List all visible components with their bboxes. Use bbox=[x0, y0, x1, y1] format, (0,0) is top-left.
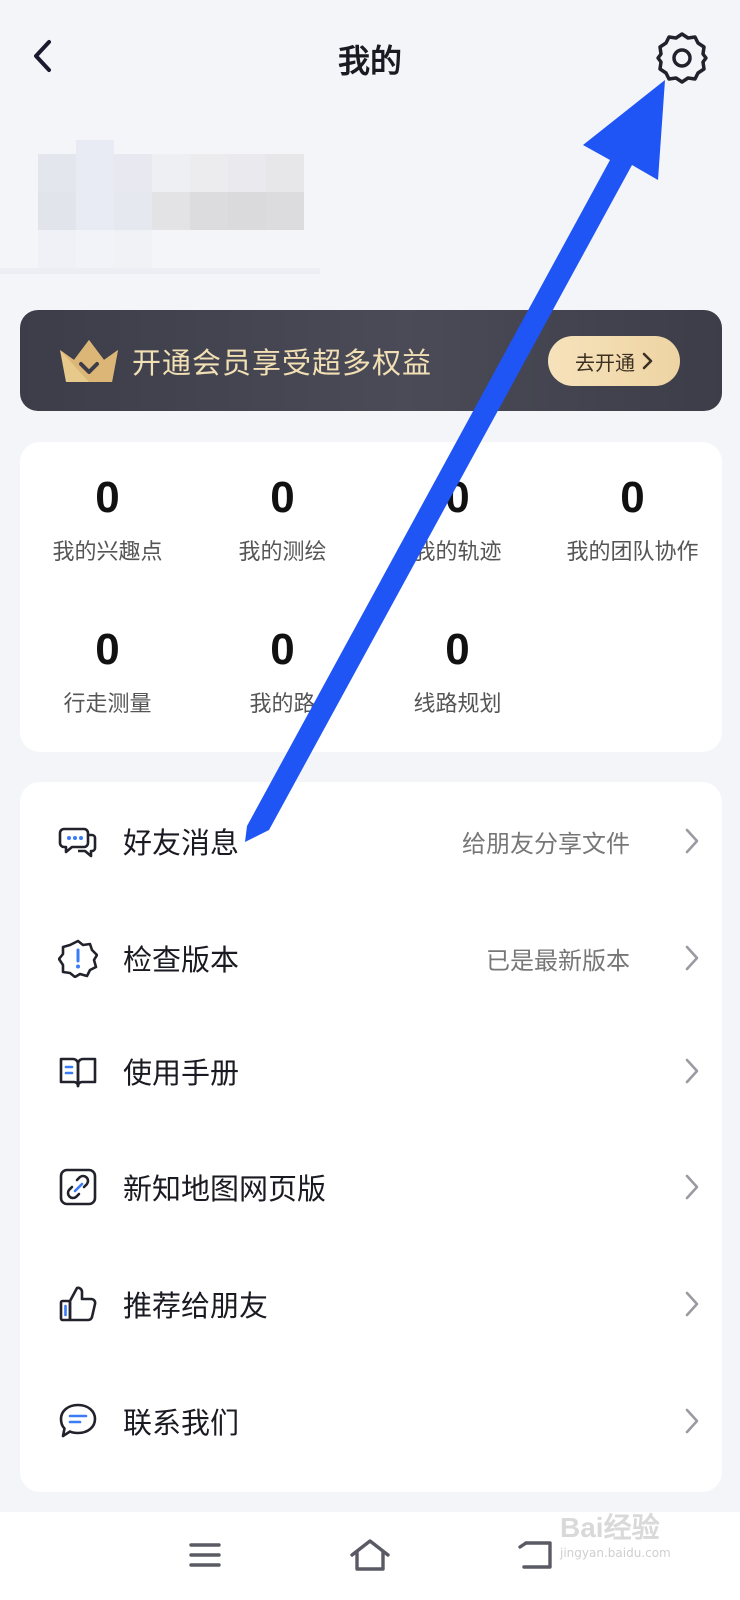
watermark-logo: Bai经验 bbox=[560, 1512, 660, 1543]
stat-value: 0 bbox=[620, 473, 645, 522]
menu-label: 联系我们 bbox=[123, 1406, 240, 1440]
stat-label: 我的路 bbox=[249, 692, 316, 717]
stat-value: 0 bbox=[95, 473, 120, 522]
stat-value: 0 bbox=[270, 473, 295, 522]
menu-label: 推荐给朋友 bbox=[123, 1289, 269, 1323]
stat-label: 我的轨迹 bbox=[413, 540, 502, 565]
message-icon bbox=[59, 1403, 97, 1438]
stat-value: 0 bbox=[445, 625, 470, 674]
stat-value: 0 bbox=[445, 473, 470, 522]
gear-icon bbox=[656, 32, 708, 84]
stat-label: 我的团队协作 bbox=[566, 540, 699, 565]
stat-label: 线路规划 bbox=[413, 692, 502, 717]
vip-promo-text: 开通会员享受超多权益 bbox=[132, 346, 433, 380]
stat-poi[interactable]: 0 我的兴趣点 bbox=[20, 470, 195, 566]
stat-walk-measure[interactable]: 0 行走测量 bbox=[20, 622, 195, 718]
stat-routes[interactable]: 0 我的路 bbox=[195, 622, 370, 718]
chevron-right-icon bbox=[685, 828, 699, 854]
chevron-right-icon bbox=[685, 1174, 699, 1200]
stat-label: 行走测量 bbox=[63, 692, 152, 717]
chevron-right-icon bbox=[685, 945, 699, 971]
activate-vip-button[interactable]: 去开通 bbox=[548, 336, 680, 386]
chevron-right-icon bbox=[642, 352, 653, 370]
back-arrow-icon bbox=[518, 1541, 552, 1569]
vip-banner[interactable]: 开通会员享受超多权益 去开通 bbox=[20, 310, 722, 411]
menu-label: 使用手册 bbox=[123, 1056, 240, 1090]
menu-label: 检查版本 bbox=[123, 943, 240, 977]
profile-info-blurred[interactable] bbox=[0, 140, 320, 290]
menu-value: 已是最新版本 bbox=[486, 947, 630, 975]
page-title: 我的 bbox=[337, 42, 402, 80]
stat-tracks[interactable]: 0 我的轨迹 bbox=[370, 470, 545, 566]
book-icon bbox=[59, 1057, 97, 1088]
stat-value: 0 bbox=[95, 625, 120, 674]
nav-home-button[interactable] bbox=[340, 1530, 400, 1580]
menu-item-recommend-friends[interactable]: 推荐给朋友 bbox=[20, 1245, 722, 1363]
baidu-jingyan-watermark: Bai经验 jingyan.baidu.com bbox=[560, 1506, 730, 1586]
stats-card: 0 我的兴趣点 0 我的测绘 0 我的轨迹 0 我的团队协作 0 行走测量 0 … bbox=[20, 442, 722, 752]
stat-route-planning[interactable]: 0 线路规划 bbox=[370, 622, 545, 718]
stat-value: 0 bbox=[270, 625, 295, 674]
stat-survey[interactable]: 0 我的测绘 bbox=[195, 470, 370, 566]
version-badge-icon bbox=[58, 939, 98, 978]
stat-label: 我的兴趣点 bbox=[52, 540, 163, 565]
menu-item-web-version[interactable]: 新知地图网页版 bbox=[20, 1128, 722, 1246]
thumbs-up-icon bbox=[59, 1286, 97, 1322]
chat-bubbles-icon bbox=[58, 827, 97, 858]
menu-card: 好友消息 给朋友分享文件 检查版本 已是最新版本 使用手册 新知地图网页版 推荐… bbox=[20, 782, 722, 1492]
settings-button[interactable] bbox=[652, 28, 712, 88]
menu-lines-icon bbox=[189, 1543, 221, 1567]
stat-label: 我的测绘 bbox=[238, 540, 327, 565]
link-icon bbox=[59, 1168, 97, 1206]
menu-label: 好友消息 bbox=[123, 826, 240, 860]
chevron-right-icon bbox=[685, 1408, 699, 1434]
chevron-right-icon bbox=[685, 1291, 699, 1317]
stat-team[interactable]: 0 我的团队协作 bbox=[545, 470, 720, 566]
activate-vip-label: 去开通 bbox=[575, 350, 635, 375]
crown-icon bbox=[60, 340, 118, 382]
menu-value: 给朋友分享文件 bbox=[462, 830, 630, 858]
home-icon bbox=[350, 1539, 390, 1571]
menu-item-check-version[interactable]: 检查版本 已是最新版本 bbox=[20, 899, 722, 1017]
menu-item-contact-us[interactable]: 联系我们 bbox=[20, 1362, 722, 1480]
watermark-url: jingyan.baidu.com bbox=[560, 1546, 671, 1560]
menu-item-friend-messages[interactable]: 好友消息 给朋友分享文件 bbox=[20, 782, 722, 900]
chevron-right-icon bbox=[685, 1058, 699, 1084]
nav-back-button[interactable] bbox=[505, 1530, 565, 1580]
nav-menu-button[interactable] bbox=[175, 1530, 235, 1580]
menu-item-user-manual[interactable]: 使用手册 bbox=[20, 1012, 722, 1130]
menu-label: 新知地图网页版 bbox=[123, 1172, 327, 1206]
